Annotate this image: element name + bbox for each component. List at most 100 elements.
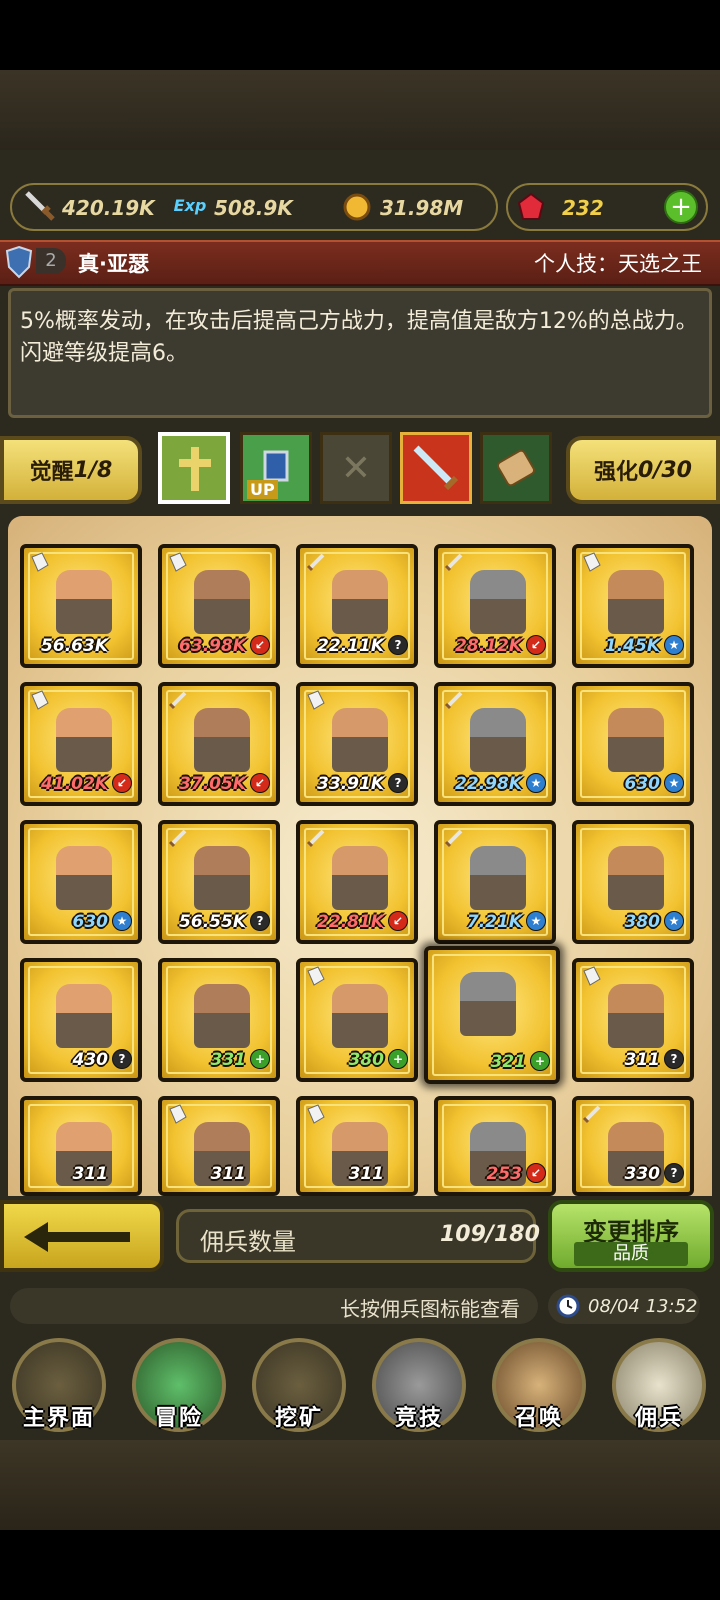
mercenary-card[interactable]: 311 [296,1096,418,1196]
nav-summon-label: 召唤 [514,1406,563,1431]
slot-empty[interactable]: ✕ [320,432,392,504]
mercenary-card[interactable]: 630 ★ [20,820,142,944]
arrow-left-icon [24,1222,130,1252]
skill-title: 个人技：天选之王 [534,252,702,276]
sort-mode: 品质 [574,1242,688,1266]
change-sort-button[interactable]: 变更排序 品质 [548,1200,714,1272]
sword-badge-icon [303,551,329,573]
star-icon: ★ [664,773,684,793]
mercenary-avatar [194,570,250,634]
mercenary-card[interactable]: 22.98K ★ [434,682,556,806]
mercenary-card[interactable]: 311? [572,958,694,1082]
mercenary-card[interactable]: 56.63K [20,544,142,668]
sword-badge-icon [441,689,467,711]
mercenary-card[interactable]: 63.98K ↙ [158,544,280,668]
gold-icon [340,190,374,224]
mercenary-avatar [56,570,112,634]
mercenary-card[interactable]: 380 + [296,958,418,1082]
enhance-button[interactable]: 强化 0/30 [566,436,720,504]
hero-level: 2 [36,248,66,274]
sword-status-icon: ↙ [388,911,408,931]
enhance-label: 强化 [594,460,639,485]
back-button[interactable] [0,1200,164,1272]
mercenary-card[interactable]: 330? [572,1096,694,1196]
mercenary-avatar [608,984,664,1048]
enhance-value: 0/30 [638,457,692,483]
add-gems-button[interactable]: + [664,190,698,224]
book-badge-icon [303,965,329,987]
mercenary-avatar [470,846,526,910]
nav-adventure[interactable]: 冒险 [120,1330,238,1440]
mercenary-power: 311 [72,1164,109,1184]
nav-mining[interactable]: 挖矿 [240,1330,358,1440]
sword-status-icon: ↙ [112,773,132,793]
mercenary-card[interactable]: 56.55K? [158,820,280,944]
help-icon: ? [664,1163,684,1183]
sword-status-icon: ↙ [250,635,270,655]
mercenary-avatar [608,846,664,910]
attack-value: 420.19K [62,196,155,220]
book-badge-icon [165,551,191,573]
mercenary-card[interactable]: 430? [20,958,142,1082]
help-icon: ? [112,1049,132,1069]
holy-cross-icon [179,447,211,491]
mercenary-card[interactable]: 630 ★ [572,682,694,806]
sword-badge-icon [165,827,191,849]
book-badge-icon [303,689,329,711]
slot-upgrade[interactable]: UP [240,432,312,504]
top-banner [0,70,720,150]
mercenary-avatar [56,846,112,910]
slot-holy-cross[interactable] [158,432,230,504]
awaken-button[interactable]: 觉醒 1/8 [0,436,142,504]
clock-icon [554,1292,582,1320]
star-icon: ★ [526,911,546,931]
mercenary-card[interactable]: 7.21K ★ [434,820,556,944]
book-badge-icon [27,689,53,711]
help-icon: ? [388,773,408,793]
mercenary-card[interactable]: 33.91K? [296,682,418,806]
mercenary-card[interactable]: 253 ↙ [434,1096,556,1196]
mercenary-power: 56.63K [41,636,108,656]
mercenary-card[interactable]: 380 ★ [572,820,694,944]
sword-status-icon: ↙ [526,635,546,655]
mercenary-avatar [194,846,250,910]
nav-summon[interactable]: 召唤 [480,1330,598,1440]
sword-icon [22,188,58,224]
hero-name: 真·亚瑟 [78,252,149,276]
nav-main[interactable]: 主界面 [0,1330,118,1440]
hint-message: 长按佣兵图标能查看 [340,1297,520,1321]
mercenary-card[interactable]: 22.81K ↙ [296,820,418,944]
mercenary-card[interactable]: 331 + [158,958,280,1082]
mercenary-avatar [470,570,526,634]
mercenary-avatar [332,708,388,772]
mercenary-card[interactable]: 41.02K ↙ [20,682,142,806]
mercenary-card[interactable]: 37.05K ↙ [158,682,280,806]
clock-time: 08/04 13:52 [588,1296,698,1317]
mercenary-card[interactable]: 311 [158,1096,280,1196]
star-icon: ★ [664,911,684,931]
mercenary-power: 311 [210,1164,247,1184]
mercenary-card[interactable]: 321 + [424,946,560,1084]
book-badge-icon [579,965,605,987]
mercenary-card[interactable]: 1.45K ★ [572,544,694,668]
slot-weapon[interactable] [400,432,472,504]
mercenary-avatar [194,708,250,772]
roster-count: 109/180 [440,1222,540,1247]
book-badge-icon [27,551,53,573]
nav-arena[interactable]: 竞技 [360,1330,478,1440]
mercenary-card[interactable]: 22.11K? [296,544,418,668]
slot-scroll[interactable] [480,432,552,504]
sword-badge-icon [441,551,467,573]
book-badge-icon [579,551,605,573]
bottom-navigation: 主界面 冒险 挖矿 竞技 召唤 佣兵 [0,1330,720,1440]
awaken-label: 觉醒 [29,460,74,485]
mercenary-card[interactable]: 311 [20,1096,142,1196]
nav-mercenary[interactable]: 佣兵 [600,1330,718,1440]
mercenary-avatar [470,708,526,772]
mercenary-card[interactable]: 28.12K ↙ [434,544,556,668]
ruby-icon [514,190,548,224]
nav-mercenary-label: 佣兵 [634,1406,683,1431]
exp-icon: Exp [173,195,207,215]
exp-value: 508.9K [214,196,293,220]
plus-icon: + [250,1049,270,1069]
